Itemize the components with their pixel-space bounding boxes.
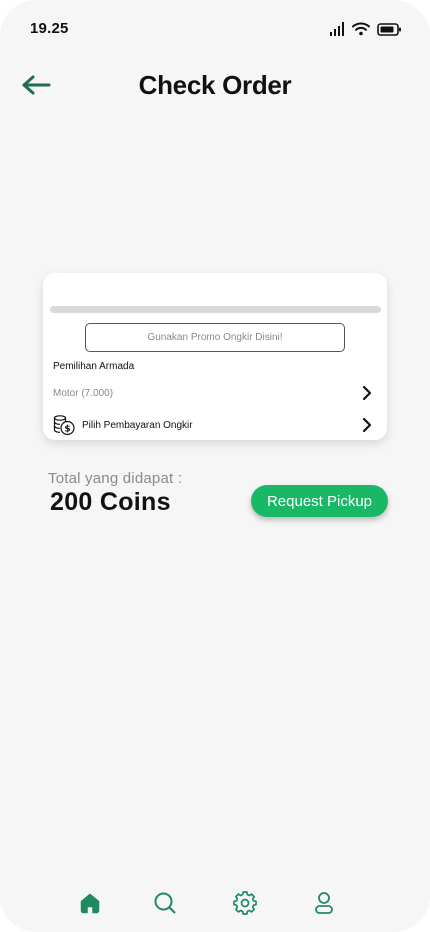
user-icon (313, 891, 335, 920)
nav-search[interactable] (150, 890, 180, 920)
svg-text:$: $ (64, 425, 70, 435)
wifi-icon (352, 22, 370, 36)
chevron-right-icon (361, 417, 373, 433)
payment-label: Pilih Pembayaran Ongkir (82, 420, 193, 431)
promo-button[interactable]: Gunakan Promo Ongkir Disini! (85, 323, 345, 352)
order-card: Gunakan Promo Ongkir Disini! Pemilihan A… (43, 273, 387, 440)
battery-icon (377, 22, 402, 36)
home-icon (79, 892, 101, 919)
total-value: 200 Coins (50, 488, 171, 516)
gear-icon (233, 890, 257, 920)
bottom-nav (0, 890, 430, 924)
signal-icon (329, 22, 345, 36)
payment-select-row[interactable]: $ Pilih Pembayaran Ongkir (43, 414, 387, 436)
armada-select-row[interactable]: Motor (7.000) (43, 383, 387, 403)
phone-screen: 19.25 Check Order Gunakan Promo Ongkir D… (0, 0, 430, 932)
total-label: Total yang didapat : (48, 470, 183, 487)
request-pickup-button[interactable]: Request Pickup (251, 485, 388, 517)
nav-settings[interactable] (230, 890, 260, 920)
coins-dollar-icon: $ (53, 414, 75, 436)
progress-bar (50, 306, 381, 313)
status-time: 19.25 (30, 20, 69, 37)
nav-profile[interactable] (309, 890, 339, 920)
armada-section-title: Pemilihan Armada (53, 361, 135, 372)
status-icons (329, 20, 402, 38)
chevron-right-icon (361, 385, 373, 401)
nav-home[interactable] (75, 890, 105, 920)
armada-value: Motor (7.000) (53, 388, 114, 399)
page-title: Check Order (138, 70, 292, 100)
search-icon (153, 891, 177, 920)
